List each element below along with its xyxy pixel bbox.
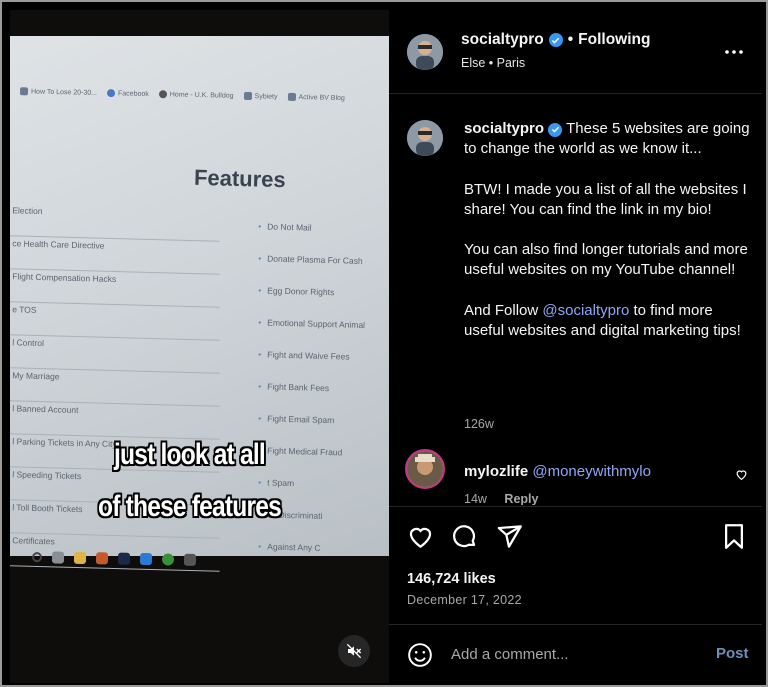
photoshop-icon xyxy=(117,552,131,565)
feature-item: l Control xyxy=(10,335,221,374)
post-caption-text: socialtypro These 5 websites are going t… xyxy=(464,119,754,361)
bookmark-item: Facebook xyxy=(106,89,149,98)
feature-item: Election xyxy=(10,203,221,242)
video-caption-line-2: of these features xyxy=(98,490,282,523)
add-comment-bar: Post xyxy=(389,624,762,683)
bookmark-item: How To Lose 20-30... xyxy=(19,87,97,97)
emoji-smile-icon xyxy=(408,643,432,667)
feature-item: My Marriage xyxy=(10,368,221,407)
caption-mention-link[interactable]: @socialtypro xyxy=(542,302,629,319)
caption-paragraph-2: BTW! I made you a list of all the websit… xyxy=(464,180,747,218)
feature-item: • Emotional Support Animal xyxy=(258,317,366,331)
like-button[interactable] xyxy=(407,523,434,555)
commenter-avatar[interactable] xyxy=(405,449,445,489)
post-actions: 146,724 likes December 17, 2022 xyxy=(389,506,762,626)
feature-item: ce Health Care Directive xyxy=(10,236,221,275)
comment-input[interactable] xyxy=(451,639,701,669)
browser-bookmarks-bar: How To Lose 20-30... Facebook Home - U.K… xyxy=(10,76,389,114)
post-caption-area: socialtypro These 5 websites are going t… xyxy=(389,94,762,505)
feature-item: l Banned Account xyxy=(10,401,221,440)
comment-button[interactable] xyxy=(451,523,478,555)
save-button[interactable] xyxy=(722,523,746,555)
paper-plane-icon xyxy=(497,525,522,548)
post-location[interactable]: Else • Paris xyxy=(461,56,525,70)
reply-button[interactable]: Reply xyxy=(504,492,538,505)
chrome-icon xyxy=(161,553,175,566)
feature-item: • Do Not Mail xyxy=(258,221,312,233)
post-date: December 17, 2022 xyxy=(407,593,522,607)
heart-icon xyxy=(409,527,432,548)
bookmark-item: Sybiety xyxy=(243,91,278,101)
verified-badge-icon xyxy=(548,122,563,137)
heart-icon xyxy=(736,470,747,481)
header-separator: • xyxy=(567,31,574,48)
header-username[interactable]: socialtypro xyxy=(461,31,544,49)
following-button[interactable]: Following xyxy=(578,31,650,49)
app-icon xyxy=(183,553,197,566)
comment-bubble-icon xyxy=(452,525,476,548)
header-user-row: socialtypro • Following xyxy=(461,31,650,49)
more-horizontal-icon xyxy=(725,50,743,54)
video-taskbar xyxy=(10,543,389,578)
video-features-heading: Features xyxy=(193,164,287,193)
feature-item: • Fight and Waive Fees xyxy=(258,349,350,362)
comment-mention-link[interactable]: @moneywithmylo xyxy=(532,463,651,480)
caption-paragraph-3: You can also find longer tutorials and m… xyxy=(464,241,748,279)
post-comment-button[interactable]: Post xyxy=(716,645,749,662)
likes-count[interactable]: 146,724 likes xyxy=(407,571,496,587)
video-frame-laptop-screen: How To Lose 20-30... Facebook Home - U.K… xyxy=(10,36,389,572)
feature-item: Flight Compensation Hacks xyxy=(10,269,221,308)
folder-icon xyxy=(73,551,87,565)
post-header: socialtypro • Following Else • Paris xyxy=(389,10,762,94)
more-options-button[interactable] xyxy=(724,44,744,55)
comment-text: mylozlife @moneywithmylo xyxy=(464,463,651,480)
bookmark-icon xyxy=(725,524,743,549)
feature-item: • Egg Donor Rights xyxy=(258,285,335,298)
comment-username[interactable]: mylozlife xyxy=(464,463,528,480)
emoji-button[interactable] xyxy=(407,642,433,673)
comment-timestamp[interactable]: 14w xyxy=(464,492,487,505)
app-icon xyxy=(95,552,109,565)
video-caption-line-1: just look at all xyxy=(114,438,266,471)
speaker-muted-icon xyxy=(346,643,362,659)
search-icon xyxy=(51,551,65,564)
post-timestamp[interactable]: 126w xyxy=(464,417,494,431)
feature-item: • Fight Bank Fees xyxy=(258,381,330,394)
comment-meta: 14w Reply xyxy=(464,492,552,505)
feature-item: e TOS xyxy=(10,302,221,341)
video-player[interactable]: How To Lose 20-30... Facebook Home - U.K… xyxy=(10,10,389,683)
verified-badge-icon xyxy=(548,33,563,47)
windows-start-icon xyxy=(31,552,43,563)
post-side-panel: socialtypro • Following Else • Paris soc… xyxy=(389,10,762,683)
avatar[interactable] xyxy=(407,34,443,70)
app-icon xyxy=(139,552,153,566)
caption-paragraph-4-start: And Follow xyxy=(464,301,543,319)
bookmark-item: Home - U.K. Bulldog xyxy=(158,90,234,100)
share-button[interactable] xyxy=(496,523,523,555)
caption-username[interactable]: socialtypro xyxy=(464,120,544,137)
feature-item: • Donate Plasma For Cash xyxy=(258,253,363,266)
comment-like-button[interactable] xyxy=(735,468,748,486)
post-modal: How To Lose 20-30... Facebook Home - U.K… xyxy=(0,0,768,687)
bookmark-item: Active BV Blog xyxy=(287,92,345,102)
mute-button[interactable] xyxy=(338,635,370,667)
avatar[interactable] xyxy=(407,120,443,156)
